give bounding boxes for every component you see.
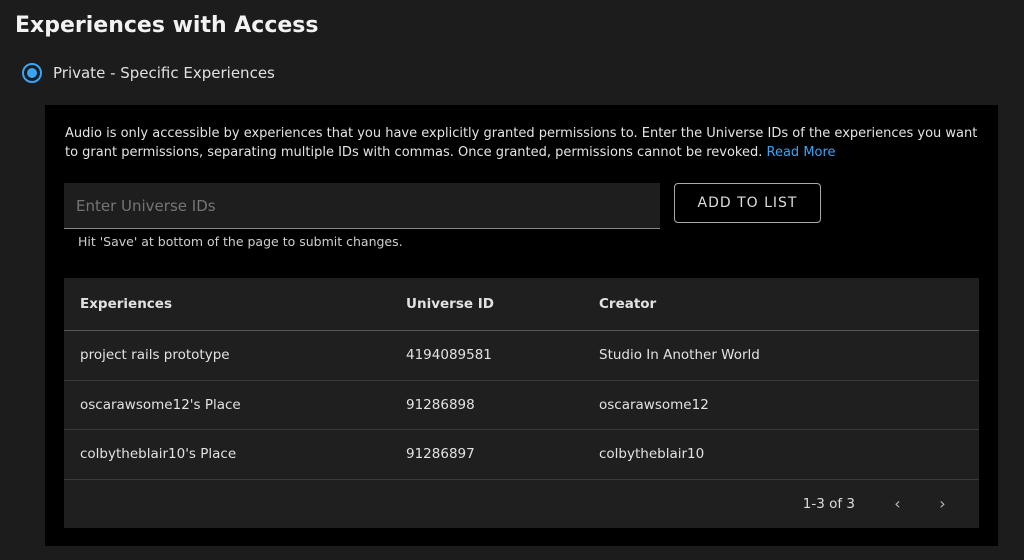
creator: oscarawsome12: [599, 396, 709, 413]
radio-selected-icon[interactable]: [22, 63, 42, 83]
universe-id: 91286897: [406, 446, 475, 463]
pagination-label: 1-3 of 3: [802, 495, 855, 512]
header-creator: Creator: [599, 296, 657, 312]
add-to-list-button[interactable]: ADD TO LIST: [674, 183, 821, 223]
read-more-link[interactable]: Read More: [767, 145, 836, 160]
table-row: project rails prototype 4194089581 Studi…: [64, 331, 979, 381]
header-universe-id: Universe ID: [406, 296, 494, 312]
radio-label: Private - Specific Experiences: [53, 64, 275, 82]
creator: Studio In Another World: [599, 347, 760, 364]
experiences-table: Experiences Universe ID Creator project …: [64, 278, 979, 528]
experience-name: colbytheblair10's Place: [80, 446, 237, 463]
description-text: Audio is only accessible by experiences …: [65, 126, 978, 160]
save-hint: Hit 'Save' at bottom of the page to subm…: [78, 234, 403, 249]
section-title: Experiences with Access: [15, 13, 319, 38]
table-header: Experiences Universe ID Creator: [64, 278, 979, 331]
chevron-left-icon[interactable]: ‹: [875, 494, 920, 513]
experience-name: oscarawsome12's Place: [80, 396, 241, 413]
universe-id: 4194089581: [406, 347, 492, 364]
table-row: colbytheblair10's Place 91286897 colbyth…: [64, 430, 979, 480]
chevron-right-icon[interactable]: ›: [920, 494, 965, 513]
experience-name: project rails prototype: [80, 347, 230, 364]
universe-id: 91286898: [406, 396, 475, 413]
universe-ids-input[interactable]: [64, 183, 660, 229]
header-experiences: Experiences: [80, 296, 172, 312]
table-row: oscarawsome12's Place 91286898 oscarawso…: [64, 381, 979, 430]
creator: colbytheblair10: [599, 446, 705, 463]
description: Audio is only accessible by experiences …: [65, 124, 985, 162]
pagination: 1-3 of 3 ‹ ›: [64, 480, 979, 528]
radio-private-specific[interactable]: Private - Specific Experiences: [22, 63, 275, 83]
access-panel: Audio is only accessible by experiences …: [45, 105, 998, 546]
